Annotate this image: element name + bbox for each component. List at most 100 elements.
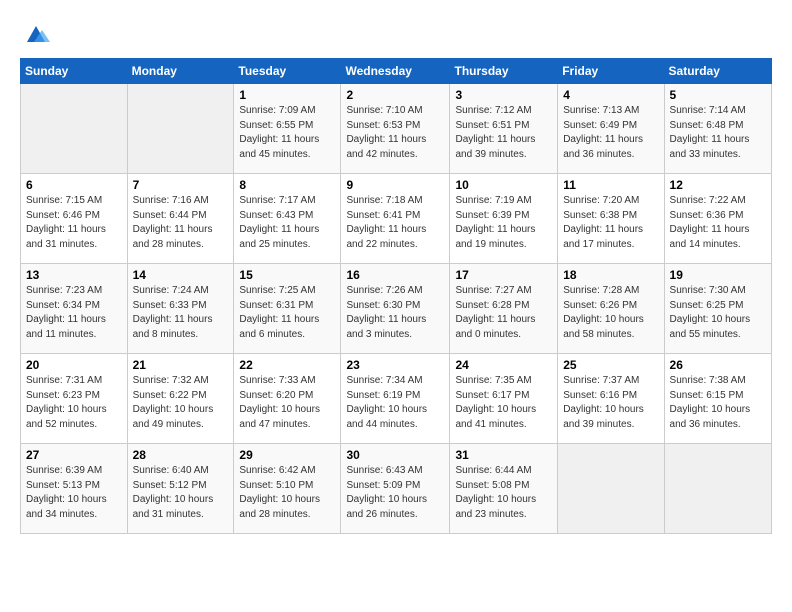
day-number: 4 (563, 88, 658, 102)
calendar-cell: 2 Sunrise: 7:10 AMSunset: 6:53 PMDaylight… (341, 84, 450, 174)
day-number: 31 (455, 448, 552, 462)
day-number: 19 (670, 268, 766, 282)
calendar-cell: 9 Sunrise: 7:18 AMSunset: 6:41 PMDaylight… (341, 174, 450, 264)
day-number: 14 (133, 268, 229, 282)
day-detail: Sunrise: 7:31 AMSunset: 6:23 PMDaylight:… (26, 374, 122, 432)
column-header-wednesday: Wednesday (341, 59, 450, 84)
day-number: 3 (455, 88, 552, 102)
day-number: 26 (670, 358, 766, 372)
day-number: 24 (455, 358, 552, 372)
day-number: 20 (26, 358, 122, 372)
day-number: 11 (563, 178, 658, 192)
day-number: 27 (26, 448, 122, 462)
calendar-cell: 4 Sunrise: 7:13 AMSunset: 6:49 PMDaylight… (558, 84, 664, 174)
day-detail: Sunrise: 6:39 AMSunset: 5:13 PMDaylight:… (26, 464, 122, 522)
column-header-thursday: Thursday (450, 59, 558, 84)
calendar-cell: 21 Sunrise: 7:32 AMSunset: 6:22 PMDayligh… (127, 354, 234, 444)
day-number: 30 (346, 448, 444, 462)
day-detail: Sunrise: 7:20 AMSunset: 6:38 PMDaylight:… (563, 194, 658, 252)
day-detail: Sunrise: 7:24 AMSunset: 6:33 PMDaylight:… (133, 284, 229, 342)
day-detail: Sunrise: 6:42 AMSunset: 5:10 PMDaylight:… (239, 464, 335, 522)
day-detail: Sunrise: 7:34 AMSunset: 6:19 PMDaylight:… (346, 374, 444, 432)
day-detail: Sunrise: 7:27 AMSunset: 6:28 PMDaylight:… (455, 284, 552, 342)
day-number: 21 (133, 358, 229, 372)
day-number: 6 (26, 178, 122, 192)
column-header-monday: Monday (127, 59, 234, 84)
day-detail: Sunrise: 7:18 AMSunset: 6:41 PMDaylight:… (346, 194, 444, 252)
day-detail: Sunrise: 7:10 AMSunset: 6:53 PMDaylight:… (346, 104, 444, 162)
calendar-cell: 26 Sunrise: 7:38 AMSunset: 6:15 PMDayligh… (664, 354, 771, 444)
calendar-cell (558, 444, 664, 534)
day-detail: Sunrise: 6:40 AMSunset: 5:12 PMDaylight:… (133, 464, 229, 522)
day-number: 15 (239, 268, 335, 282)
calendar-cell: 14 Sunrise: 7:24 AMSunset: 6:33 PMDayligh… (127, 264, 234, 354)
calendar-cell (21, 84, 128, 174)
day-detail: Sunrise: 7:25 AMSunset: 6:31 PMDaylight:… (239, 284, 335, 342)
calendar-cell (664, 444, 771, 534)
day-detail: Sunrise: 7:17 AMSunset: 6:43 PMDaylight:… (239, 194, 335, 252)
calendar-cell: 18Sunrise: 7:28 AMSunset: 6:26 PMDayligh… (558, 264, 664, 354)
column-header-friday: Friday (558, 59, 664, 84)
logo-icon (22, 20, 50, 48)
calendar-cell: 8 Sunrise: 7:17 AMSunset: 6:43 PMDaylight… (234, 174, 341, 264)
page-header (20, 20, 772, 48)
day-detail: Sunrise: 7:22 AMSunset: 6:36 PMDaylight:… (670, 194, 766, 252)
calendar-week-1: 1Sunrise: 7:09 AMSunset: 6:55 PMDaylight… (21, 84, 772, 174)
day-detail: Sunrise: 6:43 AMSunset: 5:09 PMDaylight:… (346, 464, 444, 522)
day-number: 10 (455, 178, 552, 192)
day-number: 1 (239, 88, 335, 102)
day-number: 29 (239, 448, 335, 462)
day-detail: Sunrise: 7:13 AMSunset: 6:49 PMDaylight:… (563, 104, 658, 162)
calendar-cell: 6 Sunrise: 7:15 AMSunset: 6:46 PMDaylight… (21, 174, 128, 264)
day-number: 28 (133, 448, 229, 462)
day-detail: Sunrise: 7:26 AMSunset: 6:30 PMDaylight:… (346, 284, 444, 342)
day-number: 12 (670, 178, 766, 192)
calendar-cell: 17 Sunrise: 7:27 AMSunset: 6:28 PMDayligh… (450, 264, 558, 354)
day-number: 7 (133, 178, 229, 192)
calendar-cell: 5Sunrise: 7:14 AMSunset: 6:48 PMDaylight… (664, 84, 771, 174)
calendar-cell: 24 Sunrise: 7:35 AMSunset: 6:17 PMDayligh… (450, 354, 558, 444)
calendar-cell: 7Sunrise: 7:16 AMSunset: 6:44 PMDaylight… (127, 174, 234, 264)
day-detail: Sunrise: 7:37 AMSunset: 6:16 PMDaylight:… (563, 374, 658, 432)
calendar-week-4: 20 Sunrise: 7:31 AMSunset: 6:23 PMDayligh… (21, 354, 772, 444)
day-number: 5 (670, 88, 766, 102)
day-number: 13 (26, 268, 122, 282)
calendar-cell: 3 Sunrise: 7:12 AMSunset: 6:51 PMDaylight… (450, 84, 558, 174)
calendar-cell: 29 Sunrise: 6:42 AMSunset: 5:10 PMDayligh… (234, 444, 341, 534)
calendar-cell: 22 Sunrise: 7:33 AMSunset: 6:20 PMDayligh… (234, 354, 341, 444)
day-detail: Sunrise: 7:28 AMSunset: 6:26 PMDaylight:… (563, 284, 658, 342)
day-detail: Sunrise: 6:44 AMSunset: 5:08 PMDaylight:… (455, 464, 552, 522)
calendar-cell: 30 Sunrise: 6:43 AMSunset: 5:09 PMDayligh… (341, 444, 450, 534)
day-detail: Sunrise: 7:12 AMSunset: 6:51 PMDaylight:… (455, 104, 552, 162)
header-row: SundayMondayTuesdayWednesdayThursdayFrid… (21, 59, 772, 84)
calendar-cell: 11 Sunrise: 7:20 AMSunset: 6:38 PMDayligh… (558, 174, 664, 264)
calendar-cell: 20 Sunrise: 7:31 AMSunset: 6:23 PMDayligh… (21, 354, 128, 444)
day-detail: Sunrise: 7:38 AMSunset: 6:15 PMDaylight:… (670, 374, 766, 432)
day-detail: Sunrise: 7:23 AMSunset: 6:34 PMDaylight:… (26, 284, 122, 342)
calendar-cell: 1Sunrise: 7:09 AMSunset: 6:55 PMDaylight… (234, 84, 341, 174)
day-number: 9 (346, 178, 444, 192)
calendar-cell (127, 84, 234, 174)
calendar-cell: 13 Sunrise: 7:23 AMSunset: 6:34 PMDayligh… (21, 264, 128, 354)
calendar-week-5: 27 Sunrise: 6:39 AMSunset: 5:13 PMDayligh… (21, 444, 772, 534)
day-detail: Sunrise: 7:32 AMSunset: 6:22 PMDaylight:… (133, 374, 229, 432)
calendar-cell: 16 Sunrise: 7:26 AMSunset: 6:30 PMDayligh… (341, 264, 450, 354)
calendar-cell: 15 Sunrise: 7:25 AMSunset: 6:31 PMDayligh… (234, 264, 341, 354)
calendar-cell: 23Sunrise: 7:34 AMSunset: 6:19 PMDayligh… (341, 354, 450, 444)
day-number: 8 (239, 178, 335, 192)
calendar-cell: 10 Sunrise: 7:19 AMSunset: 6:39 PMDayligh… (450, 174, 558, 264)
column-header-tuesday: Tuesday (234, 59, 341, 84)
day-detail: Sunrise: 7:19 AMSunset: 6:39 PMDaylight:… (455, 194, 552, 252)
day-number: 17 (455, 268, 552, 282)
day-detail: Sunrise: 7:15 AMSunset: 6:46 PMDaylight:… (26, 194, 122, 252)
calendar-cell: 28 Sunrise: 6:40 AMSunset: 5:12 PMDayligh… (127, 444, 234, 534)
calendar-week-2: 6 Sunrise: 7:15 AMSunset: 6:46 PMDaylight… (21, 174, 772, 264)
day-number: 16 (346, 268, 444, 282)
column-header-saturday: Saturday (664, 59, 771, 84)
calendar-cell: 27 Sunrise: 6:39 AMSunset: 5:13 PMDayligh… (21, 444, 128, 534)
calendar-table: SundayMondayTuesdayWednesdayThursdayFrid… (20, 58, 772, 534)
day-detail: Sunrise: 7:33 AMSunset: 6:20 PMDaylight:… (239, 374, 335, 432)
day-detail: Sunrise: 7:35 AMSunset: 6:17 PMDaylight:… (455, 374, 552, 432)
day-number: 2 (346, 88, 444, 102)
day-number: 22 (239, 358, 335, 372)
